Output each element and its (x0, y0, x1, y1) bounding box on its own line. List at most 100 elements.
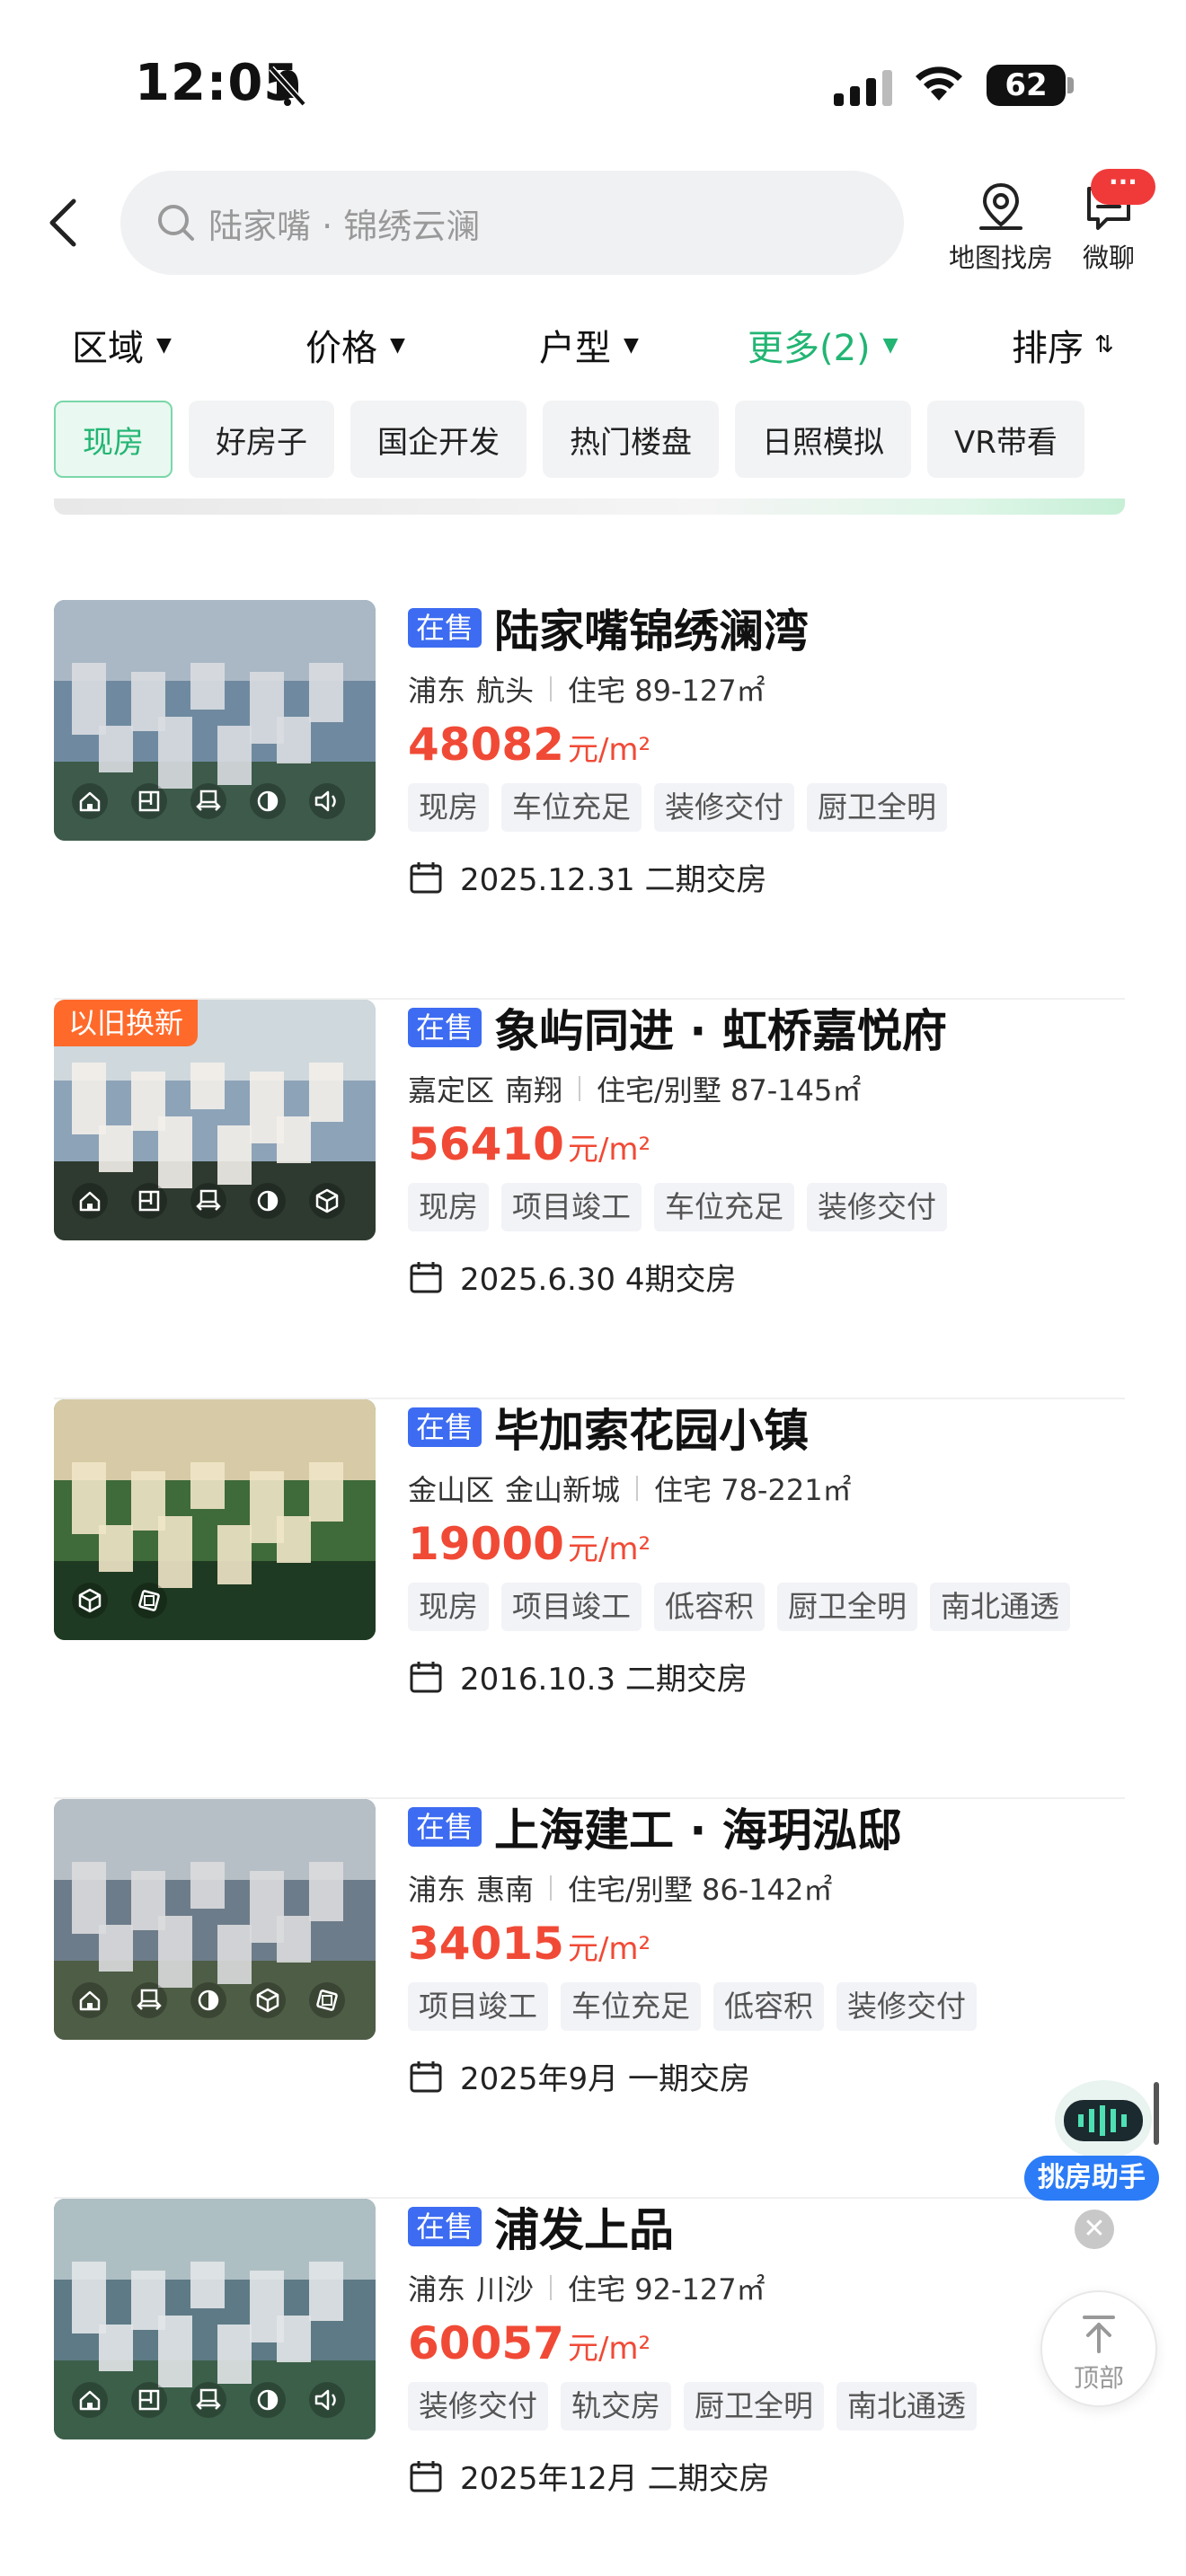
filter-region[interactable]: 区域 ▼ (72, 319, 172, 371)
chip-good-house[interactable]: 好房子 (189, 401, 334, 478)
home-icon[interactable] (70, 1181, 110, 1221)
thumb-feature-icons (70, 1181, 347, 1221)
filter-sort[interactable]: 排序 ⇅ (1012, 319, 1114, 371)
sunlight-icon[interactable] (248, 1181, 288, 1221)
filter-sort-label: 排序 (1012, 328, 1084, 369)
home-icon[interactable] (70, 1981, 110, 2020)
listing-info: 在售 上海建工 · 海玥泓邸 浦东 惠南 住宅/别墅 86-142㎡ 34015… (408, 1799, 1127, 2098)
price-value: 48082 (408, 719, 564, 771)
caret-down-icon: ▼ (882, 333, 898, 357)
listing-district: 浦东 (408, 2272, 466, 2307)
feature-tag: 装修交付 (654, 783, 794, 832)
home-icon[interactable] (70, 781, 110, 821)
battery-indicator: 62 (987, 65, 1066, 106)
chip-vr-tour[interactable]: VR带看 (927, 401, 1084, 478)
thumb-feature-icons (70, 1981, 347, 2020)
listing-tags: 装修交付 轨交房 厨卫全明 南北通透 (408, 2382, 1127, 2430)
feature-tag: 现房 (408, 1583, 489, 1631)
chip-state-developer[interactable]: 国企开发 (350, 401, 527, 478)
filter-region-label: 区域 (72, 328, 144, 369)
price-value: 56410 (408, 1118, 564, 1170)
price-unit: 元/m² (567, 1531, 651, 1567)
filter-more[interactable]: 更多(2) ▼ (748, 319, 898, 371)
sandbox-icon[interactable] (307, 1981, 347, 2020)
price-value: 19000 (408, 1518, 564, 1570)
feature-tag: 厨卫全明 (684, 2382, 824, 2430)
3d-model-icon[interactable] (248, 1981, 288, 2020)
vr-tour-icon[interactable] (189, 2380, 228, 2420)
caret-down-icon: ▼ (390, 333, 405, 357)
thumb-feature-icons (70, 781, 347, 821)
3d-model-icon[interactable] (70, 1581, 110, 1620)
audio-guide-icon[interactable] (307, 2380, 347, 2420)
listing-type: 住宅 89-127㎡ (568, 674, 766, 708)
close-assistant-icon[interactable]: ✕ (1075, 2210, 1114, 2249)
listing-name: 上海建工 · 海玥泓邸 (494, 1804, 902, 1857)
sandbox-icon[interactable] (129, 1581, 169, 1620)
feature-tag: 现房 (408, 1183, 489, 1231)
search-bar[interactable]: 陆家嘴 · 锦绣云澜 (120, 171, 904, 275)
arrow-up-icon (1083, 2316, 1115, 2353)
listing-area: 川沙 (476, 2272, 535, 2307)
sunlight-icon[interactable] (189, 1981, 228, 2020)
listing-info: 在售 浦发上品 浦东 川沙 住宅 92-127㎡ 60057 元/m² 装修交付… (408, 2199, 1127, 2498)
price-unit: 元/m² (567, 1931, 651, 1967)
chip-hot-projects[interactable]: 热门楼盘 (543, 401, 719, 478)
delivery-text: 2025.6.30 4期交房 (460, 1262, 737, 1298)
sunlight-icon[interactable] (248, 781, 288, 821)
calendar-icon (410, 1261, 442, 1292)
listing-card[interactable]: 在售 上海建工 · 海玥泓邸 浦东 惠南 住宅/别墅 86-142㎡ 34015… (54, 1799, 1125, 2199)
chip-ready-house[interactable]: 现房 (54, 401, 173, 478)
listing-district: 嘉定区 (408, 1073, 495, 1107)
vr-tour-icon[interactable] (189, 1181, 228, 1221)
sunlight-icon[interactable] (248, 2380, 288, 2420)
sort-icon: ⇅ (1094, 331, 1114, 358)
filter-more-label: 更多(2) (748, 328, 871, 369)
chip-sunlight-sim[interactable]: 日照模拟 (735, 401, 911, 478)
listing-delivery: 2025年9月 一期交房 (408, 2054, 1127, 2098)
delivery-text: 2016.10.3 二期交房 (460, 1662, 748, 1698)
home-icon[interactable] (70, 2380, 110, 2420)
listing-type: 住宅 92-127㎡ (568, 2272, 766, 2307)
listing-thumbnail[interactable] (54, 1399, 376, 1640)
feature-tag: 装修交付 (807, 1183, 947, 1231)
thumb-feature-icons (70, 1581, 169, 1620)
listing-thumbnail[interactable] (54, 2199, 376, 2439)
calendar-icon (410, 2460, 442, 2492)
listing-meta: 嘉定区 南翔 住宅/别墅 87-145㎡ (408, 1068, 1127, 1109)
vr-tour-icon[interactable] (129, 1981, 169, 2020)
filter-layout[interactable]: 户型 ▼ (539, 319, 639, 371)
listing-thumbnail[interactable] (54, 600, 376, 841)
listing-thumbnail[interactable]: 以旧换新 (54, 1000, 376, 1240)
listing-name: 象屿同进 · 虹桥嘉悦府 (494, 1005, 947, 1057)
floorplan-icon[interactable] (129, 781, 169, 821)
sale-status-badge: 在售 (408, 2207, 482, 2246)
listing-type: 住宅/别墅 87-145㎡ (597, 1073, 862, 1107)
price-unit: 元/m² (567, 1132, 651, 1168)
listing-card[interactable]: 在售 浦发上品 浦东 川沙 住宅 92-127㎡ 60057 元/m² 装修交付… (54, 2199, 1125, 2576)
map-search-button[interactable]: 地图找房 (942, 180, 1060, 275)
map-search-label: 地图找房 (948, 243, 1053, 273)
listing-area: 南翔 (505, 1073, 563, 1107)
listing-tags: 现房 车位充足 装修交付 厨卫全明 (408, 783, 1127, 832)
listing-card[interactable]: 在售 陆家嘴锦绣澜湾 浦东 航头 住宅 89-127㎡ 48082 元/m² 现… (54, 600, 1125, 1000)
back-to-top-button[interactable]: 顶部 (1040, 2290, 1157, 2407)
floorplan-icon[interactable] (129, 1181, 169, 1221)
vr-tour-icon[interactable] (189, 781, 228, 821)
listing-card[interactable]: 以旧换新 在售 象屿同进 · 虹桥嘉悦府 嘉定区 南翔 住宅/别墅 87-145… (54, 1000, 1125, 1399)
feature-tag: 装修交付 (408, 2382, 548, 2430)
assistant-label[interactable]: 挑房助手 (1024, 2156, 1159, 2201)
sale-status-badge: 在售 (408, 1407, 482, 1447)
listing-card[interactable]: 在售 毕加索花园小镇 金山区 金山新城 住宅 78-221㎡ 19000 元/m… (54, 1399, 1125, 1799)
banner-strip (54, 498, 1125, 515)
audio-guide-icon[interactable] (307, 781, 347, 821)
listing-meta: 浦东 惠南 住宅/别墅 86-142㎡ (408, 1867, 1127, 1909)
filter-price[interactable]: 价格 ▼ (305, 319, 405, 371)
listing-thumbnail[interactable] (54, 1799, 376, 2040)
listing-area: 航头 (476, 674, 535, 708)
back-arrow-icon[interactable] (45, 196, 81, 250)
floorplan-icon[interactable] (129, 2380, 169, 2420)
listing-name: 毕加索花园小镇 (494, 1405, 810, 1457)
feature-tag: 厨卫全明 (807, 783, 947, 832)
3d-model-icon[interactable] (307, 1181, 347, 1221)
